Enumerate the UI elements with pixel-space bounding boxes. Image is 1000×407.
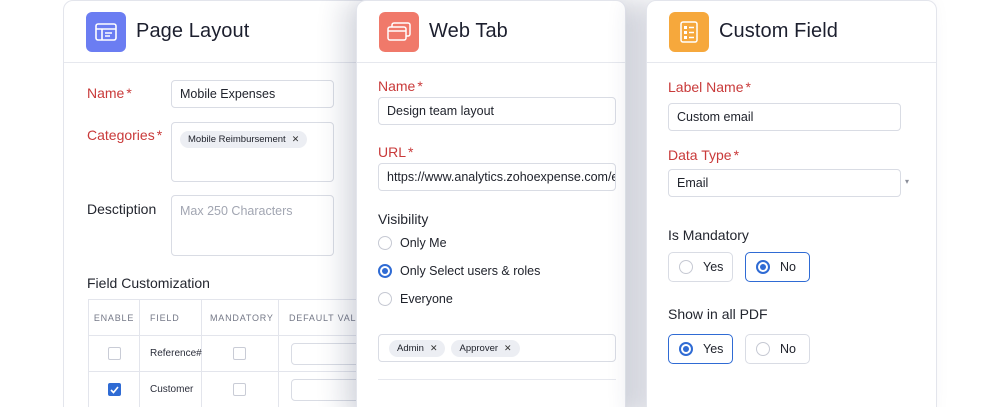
description-placeholder: Max 250 Characters — [180, 204, 293, 218]
mandatory-checkbox[interactable] — [233, 347, 246, 360]
page-layout-title: Page Layout — [136, 20, 250, 42]
layout-icon — [86, 11, 126, 52]
mandatory-cell — [202, 372, 279, 407]
radio-icon — [756, 342, 770, 356]
roles-input[interactable]: Admin ✕ Approver ✕ — [378, 334, 616, 362]
enable-cell — [88, 372, 140, 407]
header-field: FIELD — [140, 300, 202, 335]
custom-field-panel: Custom Field Label Name * Custom email Da… — [646, 0, 937, 407]
option-label: No — [780, 342, 796, 356]
show-pdf-label: Show in all PDF — [668, 306, 768, 322]
webtab-name-input[interactable]: Design team layout — [378, 97, 616, 125]
divider — [378, 379, 616, 380]
role-chip-admin: Admin ✕ — [389, 339, 446, 357]
radio-icon — [679, 260, 693, 274]
custom-field-title: Custom Field — [719, 20, 839, 42]
url-label: URL * — [378, 144, 414, 160]
field-cell: Customer — [140, 372, 202, 407]
custom-field-header: Custom Field — [647, 1, 936, 63]
radio-icon — [378, 236, 392, 250]
mandatory-checkbox[interactable] — [233, 383, 246, 396]
header-enable: ENABLE — [88, 300, 140, 335]
browser-tabs-icon — [379, 11, 419, 52]
chevron-down-icon[interactable]: ▾ — [905, 177, 909, 186]
name-input[interactable]: Mobile Expenses — [171, 80, 334, 108]
mandatory-no-option[interactable]: No — [745, 252, 810, 282]
web-tab-title: Web Tab — [429, 20, 508, 42]
form-fields-icon — [669, 11, 709, 52]
visibility-option-everyone[interactable]: Everyone — [378, 292, 453, 306]
visibility-label: Visibility — [378, 211, 429, 227]
pdf-no-option[interactable]: No — [745, 334, 810, 364]
category-chip: Mobile Reimbursement ✕ — [180, 131, 308, 148]
field-cell: Reference# — [140, 336, 202, 371]
radio-icon — [378, 292, 392, 306]
mandatory-cell — [202, 336, 279, 371]
option-label: Everyone — [400, 292, 453, 306]
radio-selected-icon — [378, 264, 392, 278]
radio-selected-icon — [679, 342, 693, 356]
description-input[interactable]: Max 250 Characters — [171, 195, 334, 256]
remove-chip-icon[interactable]: ✕ — [292, 134, 300, 145]
label-name-label: Label Name * — [668, 79, 751, 95]
visibility-option-select-users[interactable]: Only Select users & roles — [378, 264, 540, 278]
feature-showcase: Page Layout Name * Mobile Expenses Catego… — [0, 0, 1000, 407]
field-customization-label: Field Customization — [87, 275, 210, 291]
name-label: Name * — [87, 85, 132, 101]
option-label: No — [780, 260, 796, 274]
option-label: Yes — [703, 260, 724, 274]
enable-checkbox[interactable] — [107, 383, 121, 396]
radio-selected-icon — [756, 260, 770, 274]
option-label: Yes — [703, 342, 724, 356]
option-label: Only Select users & roles — [400, 264, 541, 278]
pdf-yes-option[interactable]: Yes — [668, 334, 733, 364]
label-name-input[interactable]: Custom email — [668, 103, 901, 131]
web-tab-panel: Web Tab Name * Design team layout URL * ht… — [356, 0, 626, 407]
remove-chip-icon[interactable]: ✕ — [430, 343, 438, 354]
data-type-select[interactable]: Email — [668, 169, 901, 197]
enable-cell — [88, 336, 140, 371]
url-input[interactable]: https://www.analytics.zohoexpense.com/e.… — [378, 163, 616, 191]
web-tab-header: Web Tab — [357, 1, 625, 63]
header-mandatory: MANDATORY — [202, 300, 279, 335]
mandatory-yes-option[interactable]: Yes — [668, 252, 733, 282]
categories-input[interactable]: Mobile Reimbursement ✕ — [171, 122, 334, 182]
categories-label: Categories * — [87, 127, 163, 143]
option-label: Only Me — [400, 236, 447, 250]
enable-checkbox[interactable] — [107, 347, 121, 360]
role-chip-approver: Approver ✕ — [451, 339, 520, 357]
description-label: Desctiption — [87, 201, 157, 217]
data-type-label: Data Type * — [668, 147, 740, 163]
is-mandatory-label: Is Mandatory — [668, 227, 749, 243]
check-icon — [109, 385, 119, 394]
remove-chip-icon[interactable]: ✕ — [504, 343, 512, 354]
webtab-name-label: Name * — [378, 78, 423, 94]
visibility-option-only-me[interactable]: Only Me — [378, 236, 447, 250]
